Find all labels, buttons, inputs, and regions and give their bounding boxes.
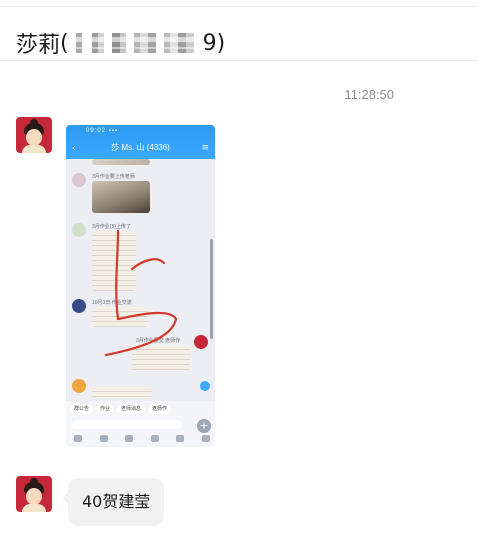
more-icon xyxy=(201,435,210,442)
contact-name-open: ( xyxy=(60,30,69,56)
image-message[interactable]: 09:02 ▪▪▪ ‹ 莎 Ms. 山 (4336) ≡ 3月作业要上传老师 3… xyxy=(66,125,215,447)
screenshot-toolbar: 群公告 作业 老师消息 老师作 xyxy=(66,401,215,417)
status-bar: 09:02 ▪▪▪ xyxy=(86,128,119,134)
tool-chip: 老师作 xyxy=(148,404,172,414)
app-title-bar: 09:02 ▪▪▪ ‹ 莎 Ms. 山 (4336) ≡ xyxy=(66,125,215,159)
file-icon xyxy=(150,435,159,442)
sender-avatar[interactable] xyxy=(16,117,52,153)
contact-name: 莎莉 xyxy=(16,33,61,58)
mic-icon xyxy=(74,435,82,442)
screenshot-input-bar: + xyxy=(66,417,215,447)
emoji-icon xyxy=(176,435,185,442)
redacted-id-mosaic xyxy=(69,33,202,53)
plus-icon: + xyxy=(197,419,211,433)
image-icon xyxy=(99,435,108,442)
tool-chip: 作业 xyxy=(96,404,115,414)
tool-chip: 群公告 xyxy=(70,404,94,414)
chat-title[interactable]: 莎莉 ( 9) xyxy=(16,27,225,59)
screenshot-input-field xyxy=(72,420,182,429)
contact-name-close: 9) xyxy=(202,30,226,56)
chat-header: 莎莉 ( 9) xyxy=(0,7,477,61)
screenshot-chat-area: 3月作业要上传老师 3月作业(5)上传了 10月3日 作业交流 3月作业要交 老… xyxy=(66,159,215,401)
app-title: 莎 Ms. 山 (4336) xyxy=(111,143,170,152)
text-message-bubble[interactable]: 40贺建莹 xyxy=(61,478,165,526)
screenshot-icon-row xyxy=(74,435,210,443)
menu-icon: ≡ xyxy=(201,143,209,153)
red-annotation-stroke xyxy=(104,229,178,357)
tool-chip: 老师消息 xyxy=(117,404,146,414)
camera-icon xyxy=(125,435,134,442)
sender-avatar[interactable] xyxy=(16,476,52,512)
message-timestamp: 11:28:50 xyxy=(344,87,394,102)
